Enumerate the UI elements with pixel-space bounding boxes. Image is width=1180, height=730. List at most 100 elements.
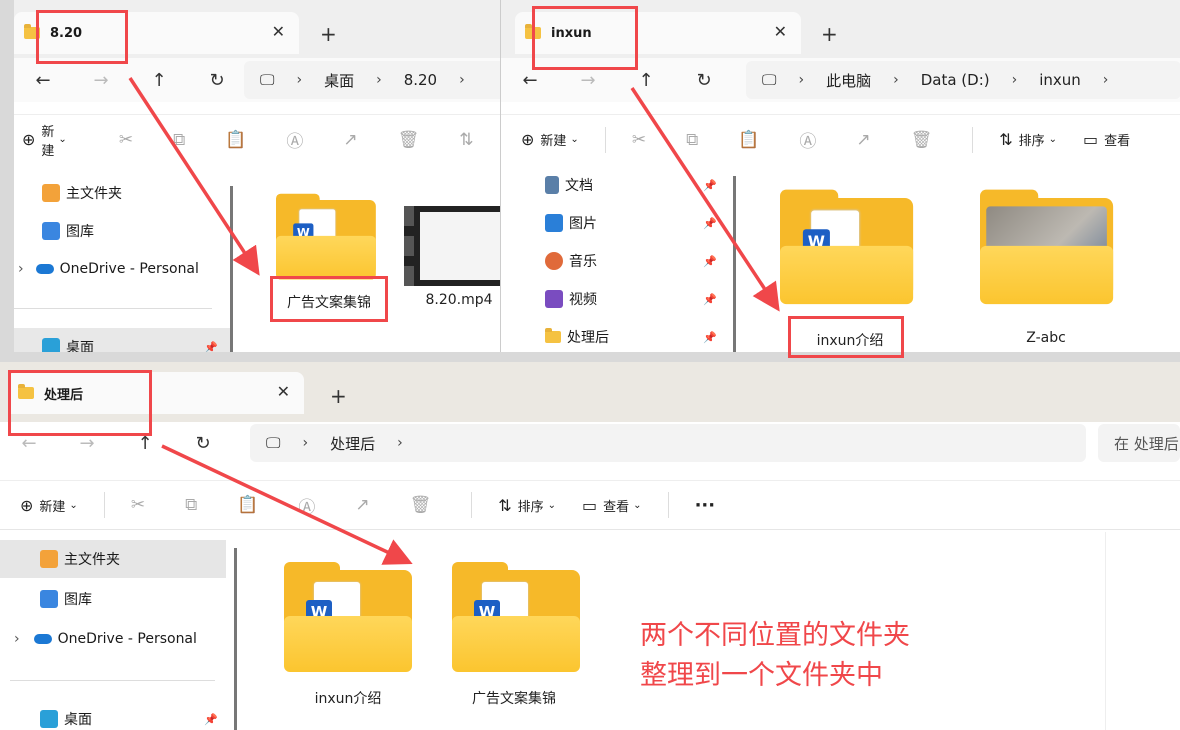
- new-tab-button[interactable]: +: [320, 22, 337, 46]
- refresh-button[interactable]: ↻: [174, 433, 232, 454]
- delete-icon[interactable]: 🗑: [410, 495, 432, 515]
- document-icon: [545, 176, 559, 194]
- cut-icon[interactable]: ✂: [131, 495, 145, 515]
- new-button[interactable]: ⊕ 新建 ⌄: [22, 121, 67, 159]
- forward-button[interactable]: →: [72, 70, 130, 91]
- up-button[interactable]: ↑: [130, 70, 188, 91]
- rename-icon[interactable]: Ⓐ: [298, 493, 315, 518]
- new-tab-button[interactable]: +: [821, 22, 838, 46]
- refresh-button[interactable]: ↻: [675, 70, 733, 91]
- up-button[interactable]: ↑: [617, 70, 675, 91]
- sort-button[interactable]: ⇅ 排序 ⌄: [498, 496, 556, 515]
- folder-inxun[interactable]: W: [284, 562, 412, 674]
- paste-icon[interactable]: 📋: [738, 130, 759, 150]
- chevron-right-icon[interactable]: ›: [14, 631, 20, 647]
- new-button[interactable]: ⊕ 新建 ⌄: [521, 130, 579, 149]
- highlight-box: [8, 370, 152, 436]
- sidebar-scrollbar[interactable]: [234, 548, 237, 730]
- back-button[interactable]: ←: [14, 70, 72, 91]
- sidebar-item-label: 文档: [565, 178, 593, 194]
- rename-icon[interactable]: Ⓐ: [286, 127, 303, 152]
- breadcrumb-1[interactable]: Data (D:): [921, 71, 990, 89]
- more-button[interactable]: ···: [695, 495, 716, 516]
- sidebar-item-gallery[interactable]: 图库: [0, 580, 232, 618]
- paste-icon[interactable]: 📋: [225, 130, 246, 150]
- view-button[interactable]: ▭ 查看: [1083, 130, 1130, 149]
- new-tab-button[interactable]: +: [330, 384, 347, 408]
- forward-button[interactable]: →: [559, 70, 617, 91]
- sidebar-item-desktop[interactable]: 桌面 📌: [0, 700, 232, 730]
- highlight-box: [36, 10, 128, 64]
- view-button[interactable]: ▭ 查看 ⌄: [582, 496, 642, 515]
- sidebar-item-gallery[interactable]: 图库: [14, 212, 232, 250]
- sidebar-item-desktop[interactable]: 桌面 📌: [14, 328, 232, 352]
- file-label[interactable]: 广告文案集锦: [452, 688, 576, 708]
- sidebar-item-label: 主文件夹: [64, 552, 120, 568]
- sidebar-item-home[interactable]: 主文件夹: [0, 540, 226, 578]
- sidebar-item-music[interactable]: 音乐 📌: [501, 242, 731, 280]
- file-label[interactable]: 8.20.mp4: [414, 292, 504, 308]
- cut-icon[interactable]: ✂: [632, 130, 646, 150]
- share-icon[interactable]: ↗: [856, 130, 870, 150]
- sidebar-item-onedrive[interactable]: › OneDrive - Personal: [14, 250, 232, 288]
- close-tab-icon[interactable]: ✕: [272, 22, 285, 41]
- copy-icon[interactable]: ⧉: [173, 130, 185, 150]
- sidebar-item-onedrive[interactable]: › OneDrive - Personal: [0, 620, 232, 658]
- breadcrumb-2[interactable]: inxun: [1039, 71, 1081, 89]
- share-icon[interactable]: ↗: [343, 130, 357, 150]
- address-bar[interactable]: 🖵 › 此电脑 › Data (D:) › inxun ›: [746, 61, 1180, 99]
- paste-icon[interactable]: 📋: [237, 495, 258, 515]
- breadcrumb-1[interactable]: 8.20: [404, 71, 437, 89]
- delete-icon[interactable]: 🗑: [398, 130, 420, 150]
- toolbar: ⊕ 新建 ⌄ ✂ ⧉ 📋 Ⓐ ↗ 🗑 ⇅ 排序 ⌄ ▭ 查看: [501, 114, 1180, 164]
- address-bar[interactable]: 🖵 › 桌面 › 8.20 ›: [244, 61, 504, 99]
- video-thumbnail[interactable]: [404, 206, 504, 286]
- close-tab-icon[interactable]: ✕: [277, 382, 290, 401]
- close-tab-icon[interactable]: ✕: [774, 22, 787, 41]
- chevron-right-icon[interactable]: ›: [18, 261, 24, 277]
- search-box[interactable]: 在 处理后: [1098, 424, 1180, 462]
- pin-icon: 📌: [204, 340, 218, 353]
- sidebar-item-documents[interactable]: 文档 📌: [501, 166, 731, 204]
- copy-icon[interactable]: ⧉: [686, 130, 698, 150]
- folder-guanggao[interactable]: W: [452, 562, 580, 674]
- file-label[interactable]: inxun介绍: [286, 688, 410, 708]
- share-icon[interactable]: ↗: [355, 495, 369, 515]
- new-button[interactable]: ⊕ 新建 ⌄: [20, 496, 78, 515]
- highlight-box: [788, 316, 904, 358]
- highlight-box: [270, 276, 388, 322]
- refresh-button[interactable]: ↻: [188, 70, 246, 91]
- desktop-icon: [40, 710, 58, 728]
- back-button[interactable]: ←: [501, 70, 559, 91]
- sidebar-item-chulihou[interactable]: 处理后 📌: [501, 318, 731, 352]
- divider: [604, 126, 606, 153]
- copy-icon[interactable]: ⧉: [185, 495, 197, 515]
- breadcrumb-0[interactable]: 此电脑: [826, 70, 871, 91]
- view-label: 查看: [603, 499, 630, 515]
- file-label[interactable]: Z-abc: [986, 330, 1106, 346]
- cut-icon[interactable]: ✂: [119, 130, 133, 150]
- delete-icon[interactable]: 🗑: [911, 130, 933, 150]
- address-bar[interactable]: 🖵 › 处理后 ›: [250, 424, 1086, 462]
- folder-guanggao[interactable]: W: [276, 193, 376, 280]
- breadcrumb-0[interactable]: 桌面: [324, 70, 354, 91]
- sidebar-item-pictures[interactable]: 图片 📌: [501, 204, 731, 242]
- sidebar-item-label: 桌面: [64, 712, 92, 728]
- sort-button[interactable]: ⇅ 排序 ⌄: [999, 130, 1057, 149]
- divider: [667, 492, 669, 518]
- folder-inxun[interactable]: W: [780, 189, 914, 306]
- folder-z-abc[interactable]: [980, 189, 1114, 306]
- cloud-icon: [35, 264, 54, 274]
- search-placeholder: 在 处理后: [1114, 434, 1179, 453]
- breadcrumb-0[interactable]: 处理后: [330, 433, 375, 454]
- view-icon: ▭: [1083, 130, 1099, 149]
- sidebar-scrollbar[interactable]: [230, 186, 233, 352]
- sidebar-item-videos[interactable]: 视频 📌: [501, 280, 731, 318]
- rename-icon[interactable]: Ⓐ: [799, 127, 816, 152]
- sidebar-item-label: 音乐: [569, 254, 597, 270]
- home-icon: [40, 550, 58, 568]
- sidebar-scrollbar[interactable]: [733, 176, 736, 352]
- explorer-window-chulihou: 处理后 ✕ + ← → ↑ ↻ 🖵 › 处理后 › 在 处理后 ⊕ 新建 ⌄ ✂ ⧉ 📋…: [0, 362, 1180, 730]
- sort-icon[interactable]: ⇅: [459, 130, 473, 150]
- sidebar-item-home[interactable]: 主文件夹: [14, 174, 232, 212]
